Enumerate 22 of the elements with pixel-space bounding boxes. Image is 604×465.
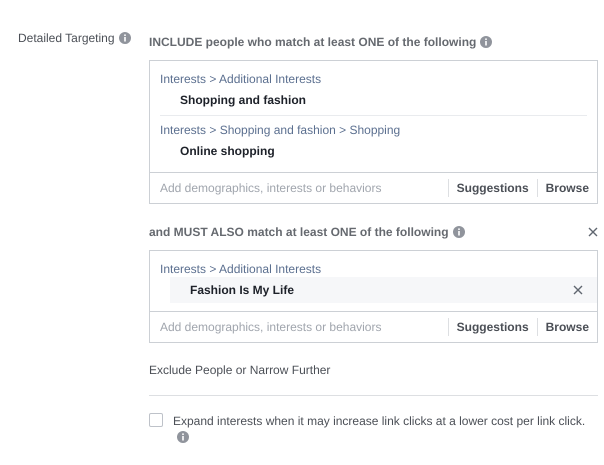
targeting-item[interactable]: Online shopping [160, 138, 587, 164]
targeting-item[interactable]: Shopping and fashion [160, 87, 587, 113]
close-icon[interactable] [573, 285, 583, 295]
action-link[interactable]: Suggestions [448, 318, 537, 336]
action-link[interactable]: Browse [536, 179, 589, 197]
info-icon[interactable] [177, 431, 189, 443]
info-icon[interactable] [480, 36, 492, 48]
group-heading: INCLUDE people who match at least ONE of the following [149, 35, 476, 49]
action-link[interactable]: Suggestions [448, 179, 537, 197]
info-icon[interactable] [452, 226, 465, 238]
targeting-item[interactable]: Fashion Is My Life [170, 277, 597, 303]
close-icon[interactable] [588, 227, 598, 237]
category-path: Interests > Additional Interests [160, 71, 322, 87]
expand-label: Expand interests when it may increase link clicks at a lower cost per link click. [173, 414, 586, 428]
info-icon[interactable] [118, 32, 131, 44]
exclude-link[interactable]: Exclude People or Narrow Further [149, 363, 330, 377]
section-label: Detailed Targeting [18, 31, 115, 45]
category-path: Interests > Additional Interests [160, 261, 322, 277]
category-path: Interests > Shopping and fashion > Shopping [160, 122, 402, 138]
checkbox[interactable] [149, 413, 163, 427]
group-heading: and MUST ALSO match at least ONE of the following [149, 225, 449, 239]
action-link[interactable]: Browse [536, 318, 589, 336]
